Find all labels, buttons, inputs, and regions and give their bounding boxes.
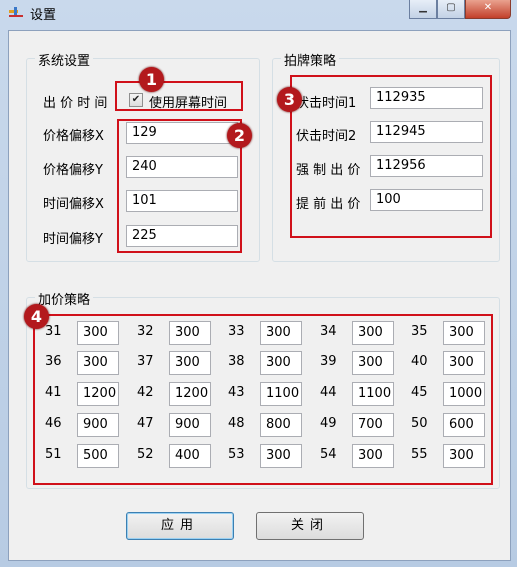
apply-button[interactable]: 应用 bbox=[126, 512, 234, 540]
maximize-button[interactable]: ▢ bbox=[437, 0, 465, 19]
price-offset-x-label: 价格偏移X bbox=[43, 129, 104, 144]
window-title: 设置 bbox=[30, 8, 57, 23]
system-settings-title: 系统设置 bbox=[35, 50, 94, 69]
annotation-box-3 bbox=[290, 75, 492, 238]
minimize-button[interactable]: ▁ bbox=[409, 0, 437, 19]
annotation-box-1 bbox=[115, 81, 243, 111]
time-offset-y-label: 时间偏移Y bbox=[43, 232, 103, 247]
close-window-button[interactable]: ✕ bbox=[465, 0, 511, 19]
price-offset-y-label: 价格偏移Y bbox=[43, 163, 103, 178]
bid-time-label: 出 价 时 间 bbox=[43, 96, 108, 111]
annotation-badge-2: 2 bbox=[227, 123, 252, 148]
annotation-badge-1: 1 bbox=[139, 67, 164, 92]
annotation-badge-4: 4 bbox=[24, 304, 49, 329]
close-button[interactable]: 关闭 bbox=[256, 512, 364, 540]
annotation-box-2 bbox=[117, 119, 242, 253]
auction-strategy-title: 拍牌策略 bbox=[281, 50, 340, 69]
dialog-body: 系统设置 出 价 时 间 ✔ 使用屏幕时间 价格偏移X 129 价格偏移Y 24… bbox=[8, 30, 511, 561]
annotation-badge-3: 3 bbox=[277, 87, 302, 112]
settings-window: 设置 ▁ ▢ ✕ 系统设置 出 价 时 间 ✔ 使用屏幕时间 价格偏移X 129… bbox=[0, 0, 517, 567]
markup-strategy-title: 加价策略 bbox=[35, 289, 94, 308]
app-icon bbox=[9, 7, 23, 17]
title-bar[interactable]: 设置 ▁ ▢ ✕ bbox=[0, 0, 517, 24]
time-offset-x-label: 时间偏移X bbox=[43, 197, 104, 212]
annotation-box-4 bbox=[33, 314, 493, 485]
